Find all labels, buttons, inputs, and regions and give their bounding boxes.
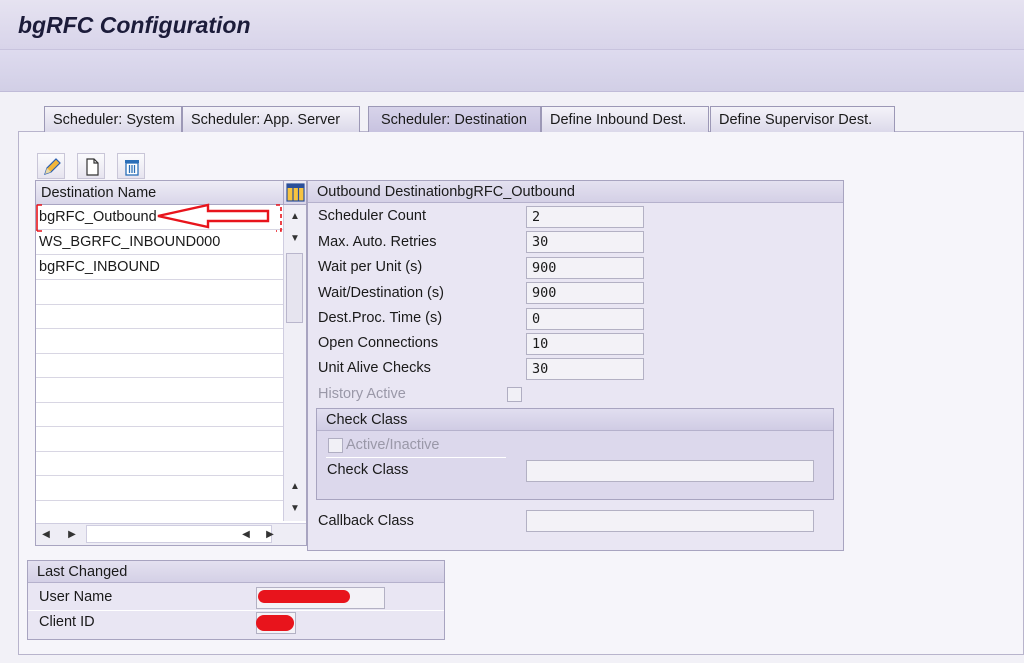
dest-proc-time-label: Dest.Proc. Time (s) bbox=[318, 310, 443, 326]
new-document-icon bbox=[86, 158, 99, 176]
table-row[interactable] bbox=[36, 427, 283, 452]
vertical-scrollbar[interactable]: ▲ ▼ ▲ ▼ bbox=[283, 205, 306, 521]
scheduler-count-label: Scheduler Count bbox=[318, 208, 427, 224]
scroll-left-icon[interactable]: ◀ bbox=[38, 527, 54, 543]
table-row[interactable] bbox=[36, 329, 283, 354]
scroll-right-icon[interactable]: ▶ bbox=[262, 527, 278, 543]
delete-button[interactable] bbox=[117, 153, 145, 179]
table-layout-button[interactable] bbox=[283, 181, 306, 205]
divider bbox=[28, 610, 444, 611]
client-id-label: Client ID bbox=[39, 614, 95, 630]
wait-destination-field[interactable]: 900 bbox=[526, 282, 644, 304]
wait-destination-label: Wait/Destination (s) bbox=[318, 285, 444, 301]
user-name-label: User Name bbox=[39, 589, 113, 605]
unit-alive-checks-field[interactable]: 30 bbox=[526, 358, 644, 380]
scroll-right-icon[interactable]: ▶ bbox=[64, 527, 80, 543]
column-header-destination-name[interactable]: Destination Name bbox=[36, 181, 283, 205]
callback-class-field[interactable] bbox=[526, 510, 814, 532]
scroll-thumb[interactable] bbox=[286, 253, 303, 323]
table-row[interactable] bbox=[36, 500, 283, 522]
table-row[interactable] bbox=[36, 402, 283, 427]
group-title: Outbound DestinationbgRFC_Outbound bbox=[308, 181, 843, 203]
group-title: Check Class bbox=[317, 409, 833, 431]
table-row[interactable] bbox=[36, 476, 283, 501]
table-row[interactable] bbox=[36, 353, 283, 378]
pencil-icon bbox=[44, 158, 61, 175]
tab-scheduler-app-server[interactable]: Scheduler: App. Server bbox=[182, 106, 360, 132]
open-connections-label: Open Connections bbox=[318, 335, 439, 351]
callback-class-label: Callback Class bbox=[318, 513, 414, 529]
edit-button[interactable] bbox=[37, 153, 65, 179]
scheduler-count-field[interactable]: 2 bbox=[526, 206, 644, 228]
table-row[interactable]: bgRFC_INBOUND bbox=[36, 255, 283, 280]
tab-label: Scheduler: System bbox=[53, 112, 175, 128]
check-class-label: Check Class bbox=[327, 462, 409, 478]
open-connections-field[interactable]: 10 bbox=[526, 333, 644, 355]
redaction-mark bbox=[258, 590, 350, 603]
active-inactive-label: Active/Inactive bbox=[346, 437, 440, 453]
active-inactive-checkbox[interactable] bbox=[328, 438, 343, 453]
tab-define-inbound-dest[interactable]: Define Inbound Dest. bbox=[541, 106, 709, 132]
row-text: bgRFC_INBOUND bbox=[39, 259, 160, 275]
scroll-down-icon[interactable]: ▼ bbox=[287, 231, 303, 247]
destination-table: Destination Name bgRFC_Outbound WS_BGRFC… bbox=[35, 180, 307, 546]
group-title: Last Changed bbox=[28, 561, 444, 583]
horizontal-scrollbar[interactable]: ◀ ▶ ◀ ▶ bbox=[36, 523, 306, 545]
tab-label: Define Supervisor Dest. bbox=[719, 112, 873, 128]
tab-scheduler-destination[interactable]: Scheduler: Destination bbox=[368, 106, 541, 132]
scroll-up-icon[interactable]: ▲ bbox=[287, 209, 303, 225]
scroll-page-up-icon[interactable]: ▲ bbox=[287, 479, 303, 495]
trash-icon bbox=[125, 160, 139, 176]
tab-label: Scheduler: App. Server bbox=[191, 112, 341, 128]
dest-proc-time-field[interactable]: 0 bbox=[526, 308, 644, 330]
history-active-checkbox[interactable] bbox=[507, 387, 522, 402]
unit-alive-checks-label: Unit Alive Checks bbox=[318, 360, 431, 376]
wait-per-unit-label: Wait per Unit (s) bbox=[318, 259, 423, 275]
scroll-page-down-icon[interactable]: ▼ bbox=[287, 501, 303, 517]
check-class-group: Check Class bbox=[316, 408, 834, 500]
table-row[interactable] bbox=[36, 451, 283, 476]
create-button[interactable] bbox=[77, 153, 105, 179]
table-row[interactable] bbox=[36, 378, 283, 403]
selection-annotation bbox=[36, 203, 282, 232]
tab-scheduler-system[interactable]: Scheduler: System bbox=[44, 106, 182, 132]
max-retries-field[interactable]: 30 bbox=[526, 231, 644, 253]
redaction-mark bbox=[256, 615, 294, 631]
wait-per-unit-field[interactable]: 900 bbox=[526, 257, 644, 279]
history-active-label: History Active bbox=[318, 386, 406, 402]
window-title: bgRFC Configuration bbox=[18, 12, 251, 38]
check-class-field[interactable] bbox=[526, 460, 814, 482]
tab-label: Define Inbound Dest. bbox=[550, 112, 687, 128]
application-toolbar bbox=[0, 50, 1024, 92]
table-row[interactable] bbox=[36, 280, 283, 305]
row-text: WS_BGRFC_INBOUND000 bbox=[39, 234, 221, 250]
divider bbox=[326, 457, 506, 458]
table-row[interactable] bbox=[36, 304, 283, 329]
column-layout-icon bbox=[286, 183, 305, 202]
max-retries-label: Max. Auto. Retries bbox=[318, 234, 437, 250]
table-row[interactable]: WS_BGRFC_INBOUND000 bbox=[36, 230, 283, 255]
scroll-left-icon[interactable]: ◀ bbox=[238, 527, 254, 543]
title-bar: bgRFC Configuration bbox=[0, 0, 1024, 50]
tab-label: Scheduler: Destination bbox=[381, 112, 527, 128]
tab-define-supervisor-dest[interactable]: Define Supervisor Dest. bbox=[710, 106, 895, 132]
